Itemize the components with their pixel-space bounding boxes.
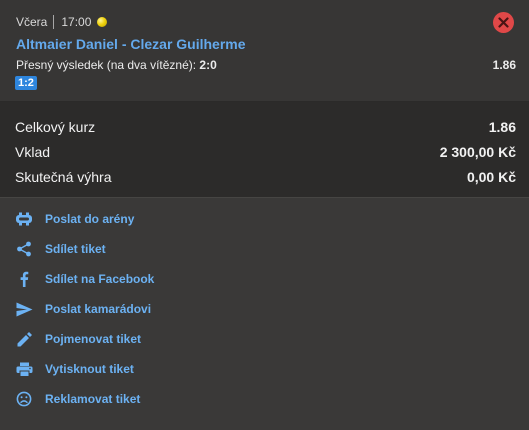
summary-row-total-odds: Celkový kurz 1.86	[15, 119, 516, 135]
action-label: Vytisknout tiket	[45, 362, 134, 376]
action-label: Pojmenovat tiket	[45, 332, 142, 346]
pick-value: 2:0	[199, 58, 217, 72]
print-ticket-link[interactable]: Vytisknout tiket	[14, 357, 134, 381]
score-badge: 1:2	[15, 76, 37, 90]
summary-value: 1.86	[488, 119, 516, 135]
bet-meta: Včera 17:00	[16, 15, 108, 29]
match-title[interactable]: Altmaier Daniel - Clezar Guilherme	[16, 36, 246, 52]
bet-odds: 1.86	[492, 58, 516, 72]
send-to-friend-link[interactable]: Poslat kamarádovi	[14, 297, 151, 321]
share-ticket-link[interactable]: Sdílet tiket	[14, 237, 106, 261]
action-label: Sdílet tiket	[45, 242, 106, 256]
bet-pick: Přesný výsledek (na dva vítězné): 2:0	[16, 58, 217, 72]
summary-row-stake: Vklad 2 300,00 Kč	[15, 144, 516, 160]
share-icon	[14, 239, 34, 259]
rename-ticket-link[interactable]: Pojmenovat tiket	[14, 327, 141, 351]
action-label: Poslat kamarádovi	[45, 302, 152, 316]
facebook-icon	[14, 269, 34, 289]
ticket-detail: Včera 17:00 Altmaier Daniel - Clezar Gui…	[0, 0, 529, 430]
complaint-ticket-link[interactable]: Reklamovat tiket	[14, 387, 140, 411]
remove-bet-button[interactable]	[493, 12, 514, 33]
pencil-icon	[14, 329, 34, 349]
summary-value: 2 300,00 Kč	[439, 144, 516, 160]
action-label: Poslat do arény	[45, 212, 135, 226]
summary-row-actual-win: Skutečná výhra 0,00 Kč	[15, 169, 516, 185]
summary-label: Celkový kurz	[15, 119, 96, 135]
summary-label: Skutečná výhra	[15, 169, 112, 185]
summary-value: 0,00 Kč	[466, 169, 516, 185]
close-icon	[498, 17, 509, 28]
share-facebook-link[interactable]: Sdílet na Facebook	[14, 267, 154, 291]
sad-face-icon	[14, 389, 34, 409]
bet-day: Včera	[16, 15, 48, 29]
send-icon	[14, 299, 34, 319]
print-icon	[14, 359, 34, 379]
arena-icon	[14, 209, 34, 229]
action-label: Reklamovat tiket	[45, 392, 141, 406]
send-to-arena-link[interactable]: Poslat do arény	[14, 207, 134, 231]
bet-time: 17:00	[61, 15, 92, 29]
action-label: Sdílet na Facebook	[45, 272, 155, 286]
pick-label: Přesný výsledek (na dva vítězné):	[16, 58, 200, 72]
tennis-ball-icon	[97, 17, 108, 27]
bet-item: Včera 17:00 Altmaier Daniel - Clezar Gui…	[0, 0, 529, 102]
summary-label: Vklad	[15, 144, 51, 160]
ticket-summary: Celkový kurz 1.86 Vklad 2 300,00 Kč Skut…	[0, 102, 529, 198]
meta-divider	[53, 15, 55, 29]
